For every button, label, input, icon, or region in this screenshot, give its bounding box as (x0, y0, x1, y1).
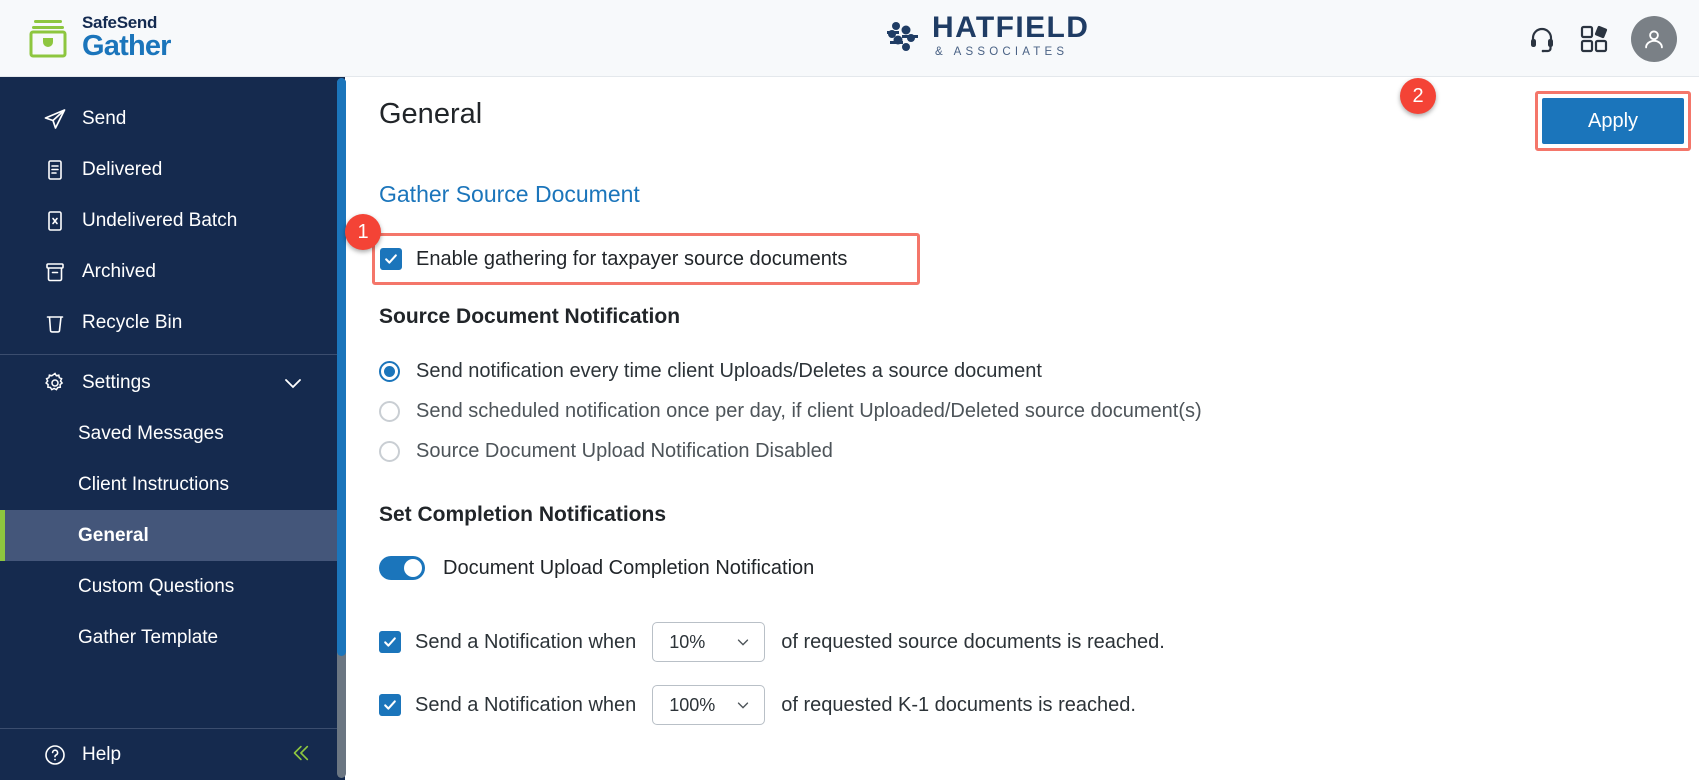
sidebar-item-send[interactable]: Send (0, 93, 345, 144)
apply-button[interactable]: Apply (1542, 98, 1684, 144)
hatfield-nodes-icon (884, 17, 922, 55)
brand-safesend-label: SafeSend (82, 13, 158, 32)
radio-disabled-indicator[interactable] (379, 441, 400, 462)
firm-wordmark: HATFIELD & ASSOCIATES (932, 11, 1090, 59)
sidebar-item-label: Saved Messages (78, 422, 224, 444)
document-x-icon (42, 208, 68, 234)
sidebar-item-label: Archived (82, 260, 156, 282)
sidebar-item-help[interactable]: Help (0, 729, 345, 780)
sidebar-item-label: Settings (82, 371, 151, 393)
apps-grid-icon[interactable] (1579, 24, 1609, 54)
send-paper-plane-icon (42, 106, 68, 132)
notification-k1-prefix: Send a Notification when (415, 693, 637, 716)
notification-k1-percent-select[interactable]: 100% (652, 685, 766, 725)
primary-nav: Send Delivered Undelivered Batch Archive… (0, 77, 345, 663)
sidebar-item-label: Recycle Bin (82, 311, 183, 333)
notification-k1-percent-value: 100% (669, 694, 716, 715)
sidebar-item-label: Custom Questions (78, 575, 235, 597)
radio-scheduled-indicator[interactable] (379, 401, 400, 422)
notification-source-checkbox[interactable] (379, 631, 401, 653)
sidebar-item-gather-template[interactable]: Gather Template (0, 612, 345, 663)
sidebar-help-row: Help (0, 728, 345, 780)
document-lines-icon (42, 157, 68, 183)
sidebar-item-archived[interactable]: Archived (0, 246, 345, 297)
chevron-down-icon (734, 696, 752, 714)
notification-k1-checkbox[interactable] (379, 694, 401, 716)
notification-source-suffix: of requested source documents is reached… (781, 630, 1165, 653)
apply-button-wrapper: Apply (1535, 91, 1691, 151)
sidebar-item-custom-questions[interactable]: Custom Questions (0, 561, 345, 612)
notification-source-percent-value: 10% (669, 631, 706, 652)
header-actions (1527, 0, 1677, 77)
sidebar-divider-1 (0, 354, 345, 355)
sidebar-item-label: Gather Template (78, 626, 219, 648)
archive-icon (42, 259, 68, 285)
radio-every-time-label: Send notification every time client Uplo… (416, 360, 1042, 382)
chevron-double-left-icon[interactable] (289, 742, 311, 768)
sidebar-item-client-instructions[interactable]: Client Instructions (0, 459, 345, 510)
brand-logo[interactable]: SafeSend Gather (26, 14, 171, 61)
main-content: General Apply Gather Source Document Ena… (346, 77, 1699, 780)
set-completion-notifications-heading: Set Completion Notifications (379, 503, 667, 526)
radio-scheduled-label: Send scheduled notification once per day… (416, 400, 1202, 422)
trash-icon (42, 310, 68, 336)
radio-every-time-indicator[interactable] (379, 361, 400, 382)
question-circle-icon (42, 742, 68, 768)
notification-k1-suffix: of requested K-1 documents is reached. (781, 693, 1136, 716)
support-headset-icon[interactable] (1527, 24, 1557, 54)
sidebar-item-label: Help (82, 743, 122, 765)
document-upload-completion-toggle-row[interactable]: Document Upload Completion Notification (379, 556, 814, 580)
radio-option-disabled[interactable]: Source Document Upload Notification Disa… (379, 440, 833, 463)
sidebar-item-label: General (78, 524, 149, 546)
sidebar-item-label: Undelivered Batch (82, 209, 238, 231)
notification-threshold-row-source[interactable]: Send a Notification when 10% of requeste… (379, 622, 1165, 662)
chevron-down-icon (734, 633, 752, 651)
sidebar-item-undelivered-batch[interactable]: Undelivered Batch (0, 195, 345, 246)
radio-disabled-label: Source Document Upload Notification Disa… (416, 440, 833, 462)
top-header: SafeSend Gather HATFIELD & ASSOCIATES (0, 0, 1699, 77)
firm-name: HATFIELD (932, 11, 1090, 44)
archive-box-icon (26, 16, 70, 60)
brand-text: SafeSend Gather (82, 14, 171, 61)
annotation-badge-1: 1 (345, 214, 381, 250)
sidebar-item-general[interactable]: General (0, 510, 345, 561)
user-avatar[interactable] (1631, 15, 1677, 62)
firm-tagline: & ASSOCIATES (935, 46, 1069, 58)
source-document-notification-heading: Source Document Notification (379, 305, 681, 328)
enable-gathering-checkbox-row[interactable]: Enable gathering for taxpayer source doc… (372, 233, 920, 285)
page-title: General (379, 98, 483, 130)
sidebar-scrollbar-thumb[interactable] (337, 78, 346, 656)
sidebar-item-label: Client Instructions (78, 473, 230, 495)
enable-gathering-label: Enable gathering for taxpayer source doc… (416, 247, 848, 270)
app-root: SafeSend Gather HATFIELD & ASSOCIATES Se… (0, 0, 1699, 780)
sidebar-item-saved-messages[interactable]: Saved Messages (0, 408, 345, 459)
radio-option-every-time[interactable]: Send notification every time client Uplo… (379, 360, 1042, 383)
annotation-badge-2: 2 (1400, 78, 1436, 114)
sidebar-item-label: Send (82, 107, 127, 129)
sidebar-item-settings[interactable]: Settings (0, 357, 345, 408)
notification-source-prefix: Send a Notification when (415, 630, 637, 653)
sidebar-item-recycle-bin[interactable]: Recycle Bin (0, 297, 345, 348)
sidebar-item-label: Delivered (82, 158, 163, 180)
enable-gathering-checkbox[interactable] (380, 248, 402, 270)
firm-logo: HATFIELD & ASSOCIATES (884, 13, 1089, 58)
brand-gather-label: Gather (82, 30, 171, 62)
document-upload-completion-label: Document Upload Completion Notification (443, 556, 815, 579)
radio-option-scheduled[interactable]: Send scheduled notification once per day… (379, 400, 1202, 423)
document-upload-completion-toggle[interactable] (379, 556, 425, 580)
gear-icon (42, 370, 68, 396)
notification-source-percent-select[interactable]: 10% (652, 622, 766, 662)
sidebar-item-delivered[interactable]: Delivered (0, 144, 345, 195)
chevron-down-icon[interactable] (281, 371, 305, 395)
gather-source-document-link[interactable]: Gather Source Document (379, 181, 640, 208)
notification-threshold-row-k1[interactable]: Send a Notification when 100% of request… (379, 685, 1136, 725)
left-sidebar: Send Delivered Undelivered Batch Archive… (0, 77, 345, 780)
